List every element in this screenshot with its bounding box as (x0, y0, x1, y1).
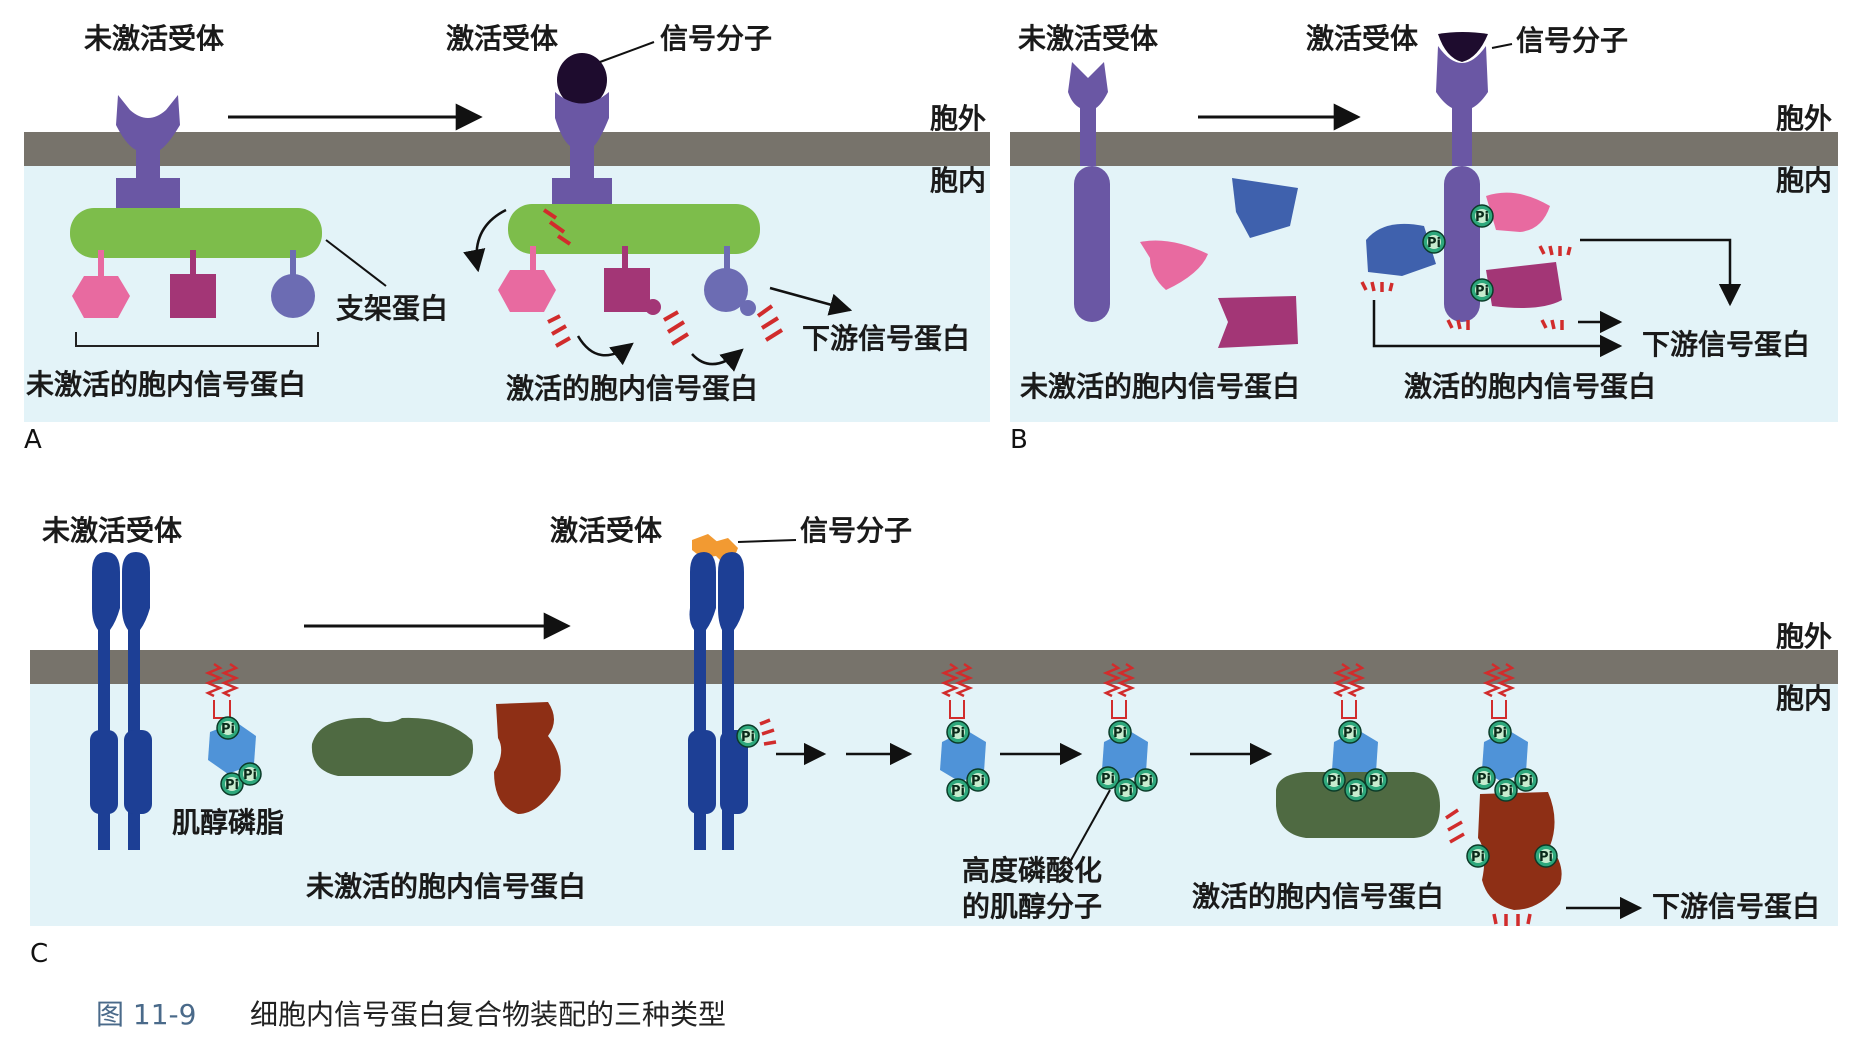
svg-text:Pi: Pi (1119, 784, 1133, 799)
caption-number: 图 11-9 (96, 998, 196, 1031)
magenta-signal-protein (170, 274, 216, 318)
panel-letter-b: B (1010, 425, 1028, 455)
label-outside-a: 胞外 (929, 102, 986, 135)
label-inactive-receptor-a: 未激活受体 (84, 22, 225, 55)
label-highly-phosphorylated-2: 的肌醇分子 (962, 890, 1102, 923)
panel-c: Pi Pi Pi Pi Pi Pi Pi Pi Pi Pi Pi Pi Pi P… (30, 514, 1838, 969)
svg-text:Pi: Pi (1113, 726, 1127, 741)
pink-signal-protein (72, 276, 130, 318)
pink-active-protein (498, 270, 556, 312)
label-inactive-proteins-a: 未激活的胞内信号蛋白 (26, 368, 306, 401)
magenta-protein-b (1218, 296, 1298, 348)
figure-canvas: 未激活受体 激活受体 信号分子 胞外 胞内 支架蛋白 未激活的胞内信号蛋白 激活… (24, 22, 1838, 1031)
figure-caption: 图 11-9 细胞内信号蛋白复合物装配的三种类型 (96, 998, 726, 1031)
svg-text:Pi: Pi (1343, 726, 1357, 741)
svg-text:Pi: Pi (1475, 210, 1489, 225)
cell-membrane-b (1010, 132, 1838, 166)
svg-text:Pi: Pi (741, 730, 755, 745)
svg-text:Pi: Pi (243, 768, 257, 783)
svg-text:Pi: Pi (971, 774, 985, 789)
svg-text:Pi: Pi (951, 726, 965, 741)
svg-text:Pi: Pi (1477, 772, 1491, 787)
label-inactive-proteins-c: 未激活的胞内信号蛋白 (306, 870, 586, 903)
signal-leader-a (599, 41, 655, 63)
panel-a: 未激活受体 激活受体 信号分子 胞外 胞内 支架蛋白 未激活的胞内信号蛋白 激活… (24, 22, 990, 455)
label-downstream-a: 下游信号蛋白 (802, 322, 970, 355)
magenta-active-protein (604, 268, 650, 312)
label-signal-molecule-c: 信号分子 (800, 514, 912, 547)
label-inactive-receptor-c: 未激活受体 (42, 514, 183, 547)
label-active-receptor-b: 激活受体 (1306, 22, 1419, 55)
magenta-active-protein-b (1486, 262, 1562, 308)
svg-text:Pi: Pi (1475, 284, 1489, 299)
cytoplasm-area-c (30, 668, 1838, 926)
svg-text:Pi: Pi (951, 784, 965, 799)
svg-text:Pi: Pi (1369, 774, 1383, 789)
label-signal-molecule-b: 信号分子 (1516, 24, 1628, 57)
signal-leader-b (1491, 43, 1513, 49)
label-active-proteins-a: 激活的胞内信号蛋白 (506, 372, 758, 405)
cell-membrane-c (30, 650, 1838, 684)
svg-text:Pi: Pi (1539, 850, 1553, 865)
label-inside-a: 胞内 (929, 164, 986, 197)
label-outside-b: 胞外 (1775, 102, 1832, 135)
label-inside-c: 胞内 (1775, 682, 1832, 715)
svg-text:Pi: Pi (221, 722, 235, 737)
panel-letter-c: C (30, 939, 48, 969)
svg-text:Pi: Pi (1139, 774, 1153, 789)
label-active-proteins-b: 激活的胞内信号蛋白 (1404, 370, 1656, 403)
label-inactive-receptor-b: 未激活受体 (1018, 22, 1159, 55)
label-inside-b: 胞内 (1775, 164, 1832, 197)
label-highly-phosphorylated-1: 高度磷酸化 (962, 854, 1102, 887)
svg-text:Pi: Pi (1471, 850, 1485, 865)
svg-text:Pi: Pi (1427, 236, 1441, 251)
label-active-receptor-a: 激活受体 (446, 22, 559, 55)
label-downstream-b: 下游信号蛋白 (1642, 328, 1810, 361)
label-signal-molecule-a: 信号分子 (660, 22, 772, 55)
label-scaffold-protein: 支架蛋白 (336, 292, 448, 325)
label-phosphoinositide: 肌醇磷脂 (172, 806, 284, 839)
label-downstream-c: 下游信号蛋白 (1652, 890, 1820, 923)
svg-text:Pi: Pi (1101, 772, 1115, 787)
label-outside-c: 胞外 (1775, 620, 1832, 653)
green-protein-c (311, 717, 474, 776)
caption-text: 细胞内信号蛋白复合物装配的三种类型 (250, 998, 726, 1031)
blue-signal-protein (271, 274, 315, 318)
svg-text:Pi: Pi (1499, 784, 1513, 799)
svg-text:Pi: Pi (1327, 774, 1341, 789)
label-active-receptor-c: 激活受体 (550, 514, 663, 547)
svg-text:Pi: Pi (1519, 774, 1533, 789)
panel-letter-a: A (24, 425, 42, 455)
signal-leader-c (737, 539, 797, 543)
svg-text:Pi: Pi (1493, 726, 1507, 741)
label-inactive-proteins-b: 未激活的胞内信号蛋白 (1020, 370, 1300, 403)
panel-b: Pi Pi Pi 未激活受体 激活受体 信号分子 胞外 胞内 下游信号蛋白 未激… (1010, 22, 1838, 455)
svg-text:Pi: Pi (225, 778, 239, 793)
label-active-proteins-c: 激活的胞内信号蛋白 (1192, 880, 1444, 913)
inactive-receptor-b (1068, 62, 1110, 322)
svg-text:Pi: Pi (1349, 784, 1363, 799)
